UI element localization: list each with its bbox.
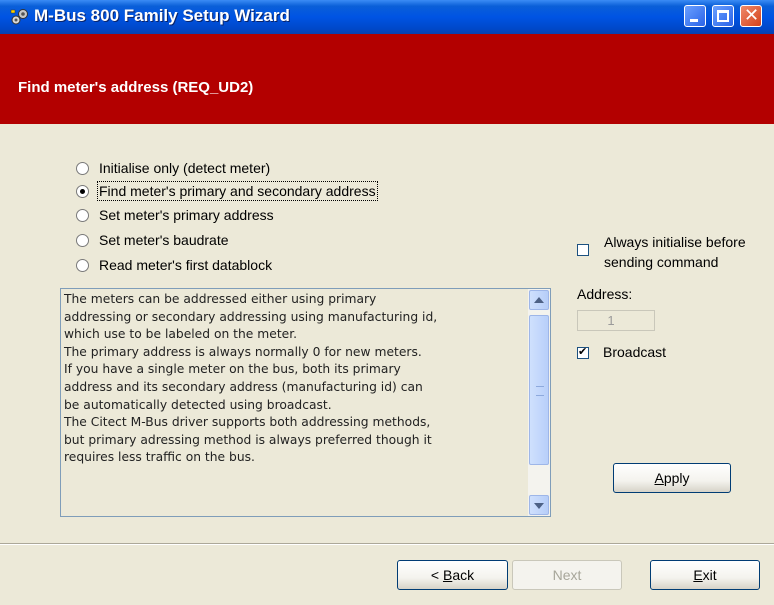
description-line: which use to be labeled on the meter. — [64, 327, 298, 342]
radio-button[interactable] — [76, 208, 89, 222]
description-line: be automatically detected using broadcas… — [64, 397, 332, 412]
back-label: ack — [452, 567, 475, 583]
radio-button[interactable] — [76, 258, 89, 272]
apply-label: pply — [663, 470, 690, 486]
description-line: The Citect M-Bus driver supports both ad… — [64, 415, 431, 430]
option-find-address[interactable]: Find meter's primary and secondary addre… — [76, 181, 378, 201]
maximize-icon — [717, 10, 729, 22]
description-textarea[interactable]: The meters can be addressed either using… — [60, 288, 551, 517]
radio-button-selected[interactable] — [76, 184, 89, 198]
broadcast-checkbox[interactable] — [577, 345, 589, 359]
back-prefix: < — [430, 567, 443, 583]
always-initialise-label-line2: sending command — [604, 254, 719, 270]
minimize-button[interactable] — [684, 5, 706, 27]
description-line: but primary adressing method is always p… — [64, 432, 432, 447]
chevron-up-icon — [534, 297, 544, 303]
scroll-up-button[interactable] — [529, 290, 549, 310]
scroll-down-button[interactable] — [529, 495, 549, 515]
description-line: address and its secondary address (manuf… — [64, 379, 423, 394]
close-button[interactable]: ✕ — [740, 5, 762, 27]
chevron-down-icon — [534, 503, 544, 509]
exit-label: xit — [702, 567, 717, 583]
always-initialise-label-line1: Always initialise before — [604, 234, 746, 250]
description-text: The meters can be addressed either using… — [64, 291, 524, 467]
option-label: Find meter's primary and secondary addre… — [97, 181, 378, 201]
title-bar[interactable]: M-Bus 800 Family Setup Wizard ✕ — [0, 0, 774, 35]
window-title: M-Bus 800 Family Setup Wizard — [34, 6, 290, 25]
step-banner: Find meter's address (REQ_UD2) — [0, 34, 774, 124]
wizard-app-icon — [10, 9, 28, 25]
wizard-window: M-Bus 800 Family Setup Wizard ✕ Find met… — [0, 0, 774, 605]
always-initialise-checkbox[interactable] — [577, 244, 589, 256]
step-title: Find meter's address (REQ_UD2) — [18, 79, 254, 96]
option-initialise-only[interactable]: Initialise only (detect meter) — [76, 158, 270, 178]
maximize-button[interactable] — [712, 5, 734, 27]
minimize-icon — [690, 19, 698, 22]
radio-button[interactable] — [76, 233, 89, 247]
broadcast-label: Broadcast — [603, 344, 667, 360]
exit-accelerator: E — [693, 567, 703, 583]
description-line: addressing or secondary addressing using… — [64, 309, 438, 324]
address-field[interactable]: 1 — [577, 310, 655, 331]
option-set-primary-address[interactable]: Set meter's primary address — [76, 205, 274, 225]
address-label: Address: — [577, 286, 633, 302]
next-button[interactable]: Next — [512, 560, 622, 590]
option-read-datablock[interactable]: Read meter's first datablock — [76, 255, 272, 275]
close-icon: ✕ — [744, 5, 760, 26]
option-set-baudrate[interactable]: Set meter's baudrate — [76, 230, 229, 250]
radio-button[interactable] — [76, 161, 89, 175]
back-accelerator: B — [442, 567, 453, 583]
description-line: If you have a single meter on the bus, b… — [64, 362, 401, 377]
description-line: The primary address is always normally 0… — [64, 344, 422, 359]
scroll-thumb[interactable] — [529, 315, 549, 465]
apply-accelerator: A — [654, 470, 664, 486]
description-line: The meters can be addressed either using… — [64, 292, 377, 306]
option-label: Set meter's primary address — [99, 207, 274, 223]
vertical-scrollbar[interactable] — [528, 289, 550, 516]
option-label: Read meter's first datablock — [99, 257, 273, 273]
grip-icon — [536, 386, 544, 396]
option-label: Set meter's baudrate — [99, 232, 229, 248]
next-label: Next — [552, 567, 582, 583]
footer-separator — [0, 543, 774, 545]
description-line: requires less traffic on the bus. — [64, 450, 255, 465]
apply-button[interactable]: Apply — [613, 463, 731, 493]
option-label: Initialise only (detect meter) — [99, 160, 271, 176]
exit-button[interactable]: Exit — [650, 560, 760, 590]
back-button[interactable]: < Back — [397, 560, 508, 590]
